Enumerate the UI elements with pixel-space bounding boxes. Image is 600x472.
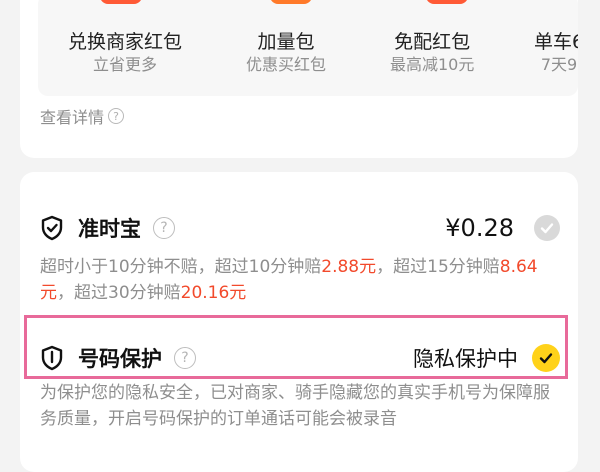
gift-icon: [426, 0, 468, 4]
ontime-price: ¥0.28: [445, 214, 514, 242]
view-details-link[interactable]: 查看详情 ?: [40, 104, 125, 128]
gift-icon: [100, 0, 142, 4]
benefit-title: 免配红包: [394, 31, 471, 53]
payout-amount: 2.88元: [321, 257, 377, 277]
check-icon[interactable]: [534, 215, 560, 241]
question-icon[interactable]: ?: [153, 217, 175, 239]
question-icon: ?: [108, 108, 125, 124]
privacy-description: 为保护您的隐私安全，已对商家、骑手隐藏您的真实手机号为保障服务质量，开启号码保护…: [40, 383, 550, 429]
benefits-panel: 兑换商家红包 立省更多 加量包 优惠买红包 免配红包 最高减10元 单车6 7天…: [38, 0, 578, 96]
benefits-card: 兑换商家红包 立省更多 加量包 优惠买红包 免配红包 最高减10元 单车6 7天…: [20, 0, 578, 158]
privacy-status: 隐私保护中: [413, 347, 518, 371]
payout-amount: 20.16元: [180, 283, 247, 303]
desc-text: ，超过30分钟赔: [57, 283, 181, 303]
ontime-title: 准时宝: [78, 217, 141, 241]
services-card: 准时宝 ? ¥0.28 超时小于10分钟不赔，超过10分钟赔2.88元，超过15…: [20, 172, 578, 472]
benefit-subtitle: 立省更多: [93, 55, 158, 74]
ontime-description: 超时小于10分钟不赔，超过10分钟赔2.88元，超过15分钟赔8.64元，超过3…: [40, 254, 560, 306]
desc-text: ，超过15分钟赔: [376, 257, 500, 277]
privacy-row[interactable]: 号码保护 ? 隐私保护中: [40, 342, 560, 374]
benefit-title: 加量包: [257, 31, 315, 53]
check-icon[interactable]: [532, 344, 560, 372]
shield-outline-icon: [41, 345, 63, 371]
benefit-addon-pack[interactable]: 加量包 优惠买红包: [246, 30, 326, 76]
gift-icon: [270, 0, 312, 4]
question-icon[interactable]: ?: [174, 347, 196, 369]
view-details-label: 查看详情: [40, 108, 105, 127]
benefit-exchange-coupon[interactable]: 兑换商家红包 立省更多: [68, 30, 182, 76]
benefit-title: 单车6: [534, 31, 578, 53]
privacy-title: 号码保护: [78, 347, 162, 371]
desc-text: 超时小于10分钟不赔，超过10分钟赔: [40, 257, 322, 277]
benefit-free-delivery[interactable]: 免配红包 最高减10元: [390, 30, 474, 76]
benefit-subtitle: 最高减10元: [390, 55, 475, 74]
benefit-subtitle: 7天9: [540, 55, 578, 74]
shield-check-icon: [41, 215, 63, 241]
benefit-bike[interactable]: 单车6 7天9: [534, 30, 578, 76]
benefit-title: 兑换商家红包: [68, 31, 183, 53]
benefit-subtitle: 优惠买红包: [246, 55, 327, 74]
ontime-row: 准时宝 ? ¥0.28: [40, 212, 560, 244]
